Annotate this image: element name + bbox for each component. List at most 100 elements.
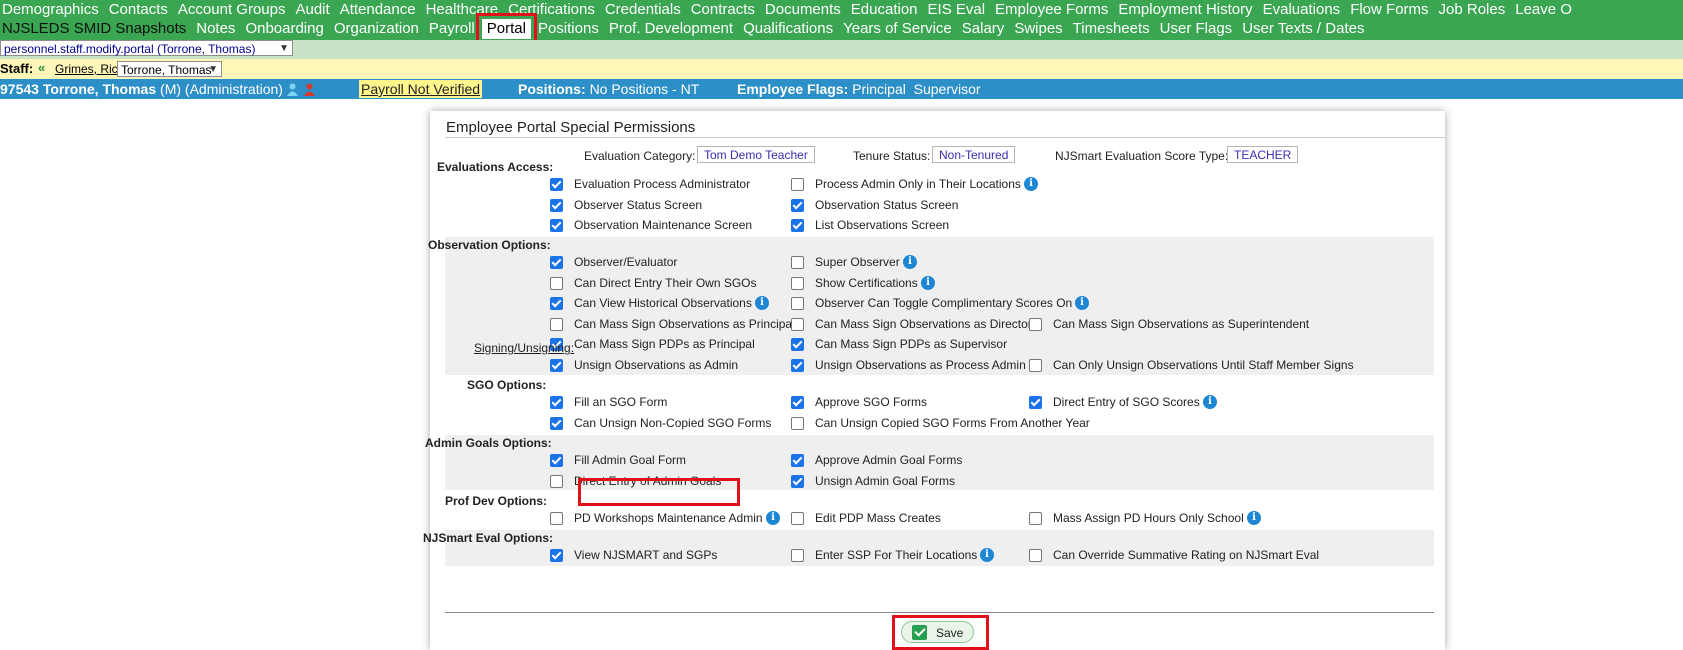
label-can-mass-sign-observations-as-superintendent: Can Mass Sign Observations as Superinten… <box>1053 317 1310 331</box>
info-icon[interactable]: i <box>1247 511 1261 525</box>
checkbox-observer-status-screen[interactable] <box>550 199 563 212</box>
nav-item-timesheets[interactable]: Timesheets <box>1068 19 1155 39</box>
info-icon[interactable]: i <box>903 255 917 269</box>
checkbox-fill-an-sgo-form[interactable] <box>550 396 563 409</box>
checkbox-evaluation-process-administrator[interactable] <box>550 178 563 191</box>
info-icon[interactable]: i <box>766 511 780 525</box>
user-blue-icon[interactable] <box>287 83 298 96</box>
divider <box>445 137 1445 138</box>
nav-item-education[interactable]: Education <box>846 0 923 20</box>
highlight-fill-admin-goal <box>578 478 740 506</box>
nav-item-positions[interactable]: Positions <box>533 19 604 39</box>
checkbox-can-unsign-non-copied-sgo-forms[interactable] <box>550 417 563 430</box>
nav-item-audit[interactable]: Audit <box>290 0 334 20</box>
nav-item-prof-development[interactable]: Prof. Development <box>604 19 738 39</box>
checkbox-can-only-unsign-observations-until-staff-member-signs[interactable] <box>1029 359 1042 372</box>
nav-item-njsleds-smid-snapshots[interactable]: NJSLEDS SMID Snapshots <box>0 19 191 39</box>
checkbox-can-mass-sign-observations-as-superintendent[interactable] <box>1029 318 1042 331</box>
nav-item-credentials[interactable]: Credentials <box>600 0 686 20</box>
nav-item-organization[interactable]: Organization <box>329 19 424 39</box>
checkbox-can-direct-entry-their-own-sgos[interactable] <box>550 277 563 290</box>
score-type-value: TEACHER <box>1227 146 1299 163</box>
score-type-label: NJSmart Evaluation Score Type: <box>1055 149 1229 163</box>
nav-item-qualifications[interactable]: Qualifications <box>738 19 838 39</box>
nav-item-account-groups[interactable]: Account Groups <box>173 0 291 20</box>
checkbox-can-mass-sign-observations-as-principal[interactable] <box>550 318 563 331</box>
checkbox-mass-assign-pd-hours-only-school[interactable] <box>1029 512 1042 525</box>
nav-item-job-roles[interactable]: Job Roles <box>1434 0 1511 20</box>
nav-item-eis-eval[interactable]: EIS Eval <box>923 0 991 20</box>
nav-item-contacts[interactable]: Contacts <box>104 0 173 20</box>
double-chevron-left-icon[interactable]: « <box>38 60 45 75</box>
checkbox-can-unsign-copied-sgo-forms-from-another-year[interactable] <box>791 417 804 430</box>
checkbox-unsign-observations-as-process-admin[interactable] <box>791 359 804 372</box>
checkbox-observation-maintenance-screen[interactable] <box>550 219 563 232</box>
info-icon[interactable]: i <box>755 296 769 310</box>
nav-item-notes[interactable]: Notes <box>191 19 240 39</box>
nav-item-swipes[interactable]: Swipes <box>1009 19 1067 39</box>
nav-item-flow-forms[interactable]: Flow Forms <box>1345 0 1433 20</box>
staff-select[interactable]: Torrone, Thomas ▼ <box>117 61 222 77</box>
label-show-certifications: Show Certifications <box>815 276 918 290</box>
checkbox-enter-ssp-for-their-locations[interactable] <box>791 549 804 562</box>
label-unsign-observations-as-admin: Unsign Observations as Admin <box>574 358 739 372</box>
employee-id-name: 97543 Torrone, Thomas <box>0 81 157 97</box>
nav-item-documents[interactable]: Documents <box>760 0 846 20</box>
page-select[interactable]: personnel.staff.modify.portal (Torrone, … <box>0 40 293 56</box>
nav-item-employment-history[interactable]: Employment History <box>1113 0 1257 20</box>
employee-meta: (M) (Administration) <box>160 81 283 97</box>
checkbox-unsign-admin-goal-forms[interactable] <box>791 475 804 488</box>
checkbox-can-override-summative-rating-on-njsmart-eval[interactable] <box>1029 549 1042 562</box>
label-can-direct-entry-their-own-sgos: Can Direct Entry Their Own SGOs <box>574 276 757 290</box>
checkbox-list-observations-screen[interactable] <box>791 219 804 232</box>
info-icon[interactable]: i <box>980 548 994 562</box>
nav-item-contracts[interactable]: Contracts <box>686 0 760 20</box>
payroll-status-link[interactable]: Payroll Not Verified <box>359 80 483 98</box>
nav-item-user-flags[interactable]: User Flags <box>1155 19 1238 39</box>
positions-info: Positions: No Positions - NT <box>518 81 699 97</box>
nav-item-demographics[interactable]: Demographics <box>0 0 104 20</box>
info-icon[interactable]: i <box>1203 395 1217 409</box>
checkbox-unsign-observations-as-admin[interactable] <box>550 359 563 372</box>
label-mass-assign-pd-hours-only-school: Mass Assign PD Hours Only School <box>1053 511 1244 525</box>
label-direct-entry-of-sgo-scores: Direct Entry of SGO Scores <box>1053 395 1200 409</box>
checkbox-direct-entry-of-admin-goals[interactable] <box>550 475 563 488</box>
signing-unsigning-link[interactable]: Signing/Unsigning: <box>474 341 574 355</box>
user-red-icon[interactable] <box>304 83 315 96</box>
nav-item-employee-forms[interactable]: Employee Forms <box>990 0 1113 20</box>
previous-staff-link[interactable]: Grimes, Rick <box>55 62 124 76</box>
nav-item-evaluations[interactable]: Evaluations <box>1258 0 1346 20</box>
checkbox-process-admin-only-in-their-locations[interactable] <box>791 178 804 191</box>
checkbox-observer-evaluator[interactable] <box>550 256 563 269</box>
info-icon[interactable]: i <box>921 276 935 290</box>
checkbox-observer-can-toggle-complimentary-scores-on[interactable] <box>791 297 804 310</box>
checkbox-direct-entry-of-sgo-scores[interactable] <box>1029 396 1042 409</box>
checkbox-approve-sgo-forms[interactable] <box>791 396 804 409</box>
label-can-mass-sign-observations-as-principal: Can Mass Sign Observations as Principal <box>574 317 795 331</box>
checkbox-can-view-historical-observations[interactable] <box>550 297 563 310</box>
nav-item-payroll[interactable]: Payroll <box>424 19 480 39</box>
checkbox-fill-admin-goal-form[interactable] <box>550 454 563 467</box>
nav-item-attendance[interactable]: Attendance <box>335 0 421 20</box>
checkbox-pd-workshops-maintenance-admin[interactable] <box>550 512 563 525</box>
tenure-value: Non-Tenured <box>932 146 1016 163</box>
checkbox-view-njsmart-and-sgps[interactable] <box>550 549 563 562</box>
checkbox-approve-admin-goal-forms[interactable] <box>791 454 804 467</box>
checkbox-can-mass-sign-pdps-as-supervisor[interactable] <box>791 338 804 351</box>
info-icon[interactable]: i <box>1075 296 1089 310</box>
label-super-observer: Super Observer <box>815 255 900 269</box>
info-icon[interactable]: i <box>1024 177 1038 191</box>
nav-item-salary[interactable]: Salary <box>957 19 1010 39</box>
nav-item-onboarding[interactable]: Onboarding <box>240 19 328 39</box>
nav-item-user-texts-dates[interactable]: User Texts / Dates <box>1237 19 1369 39</box>
checkbox-observation-status-screen[interactable] <box>791 199 804 212</box>
nav-item-leave-o[interactable]: Leave O <box>1510 0 1577 20</box>
eval-category-label: Evaluation Category: <box>584 149 696 163</box>
flags-label: Employee Flags: <box>737 81 849 97</box>
checkbox-edit-pdp-mass-creates[interactable] <box>791 512 804 525</box>
checkbox-can-mass-sign-observations-as-director[interactable] <box>791 318 804 331</box>
checkbox-show-certifications[interactable] <box>791 277 804 290</box>
chevron-down-icon: ▼ <box>208 64 218 75</box>
nav-item-years-of-service[interactable]: Years of Service <box>838 19 957 39</box>
checkbox-super-observer[interactable] <box>791 256 804 269</box>
